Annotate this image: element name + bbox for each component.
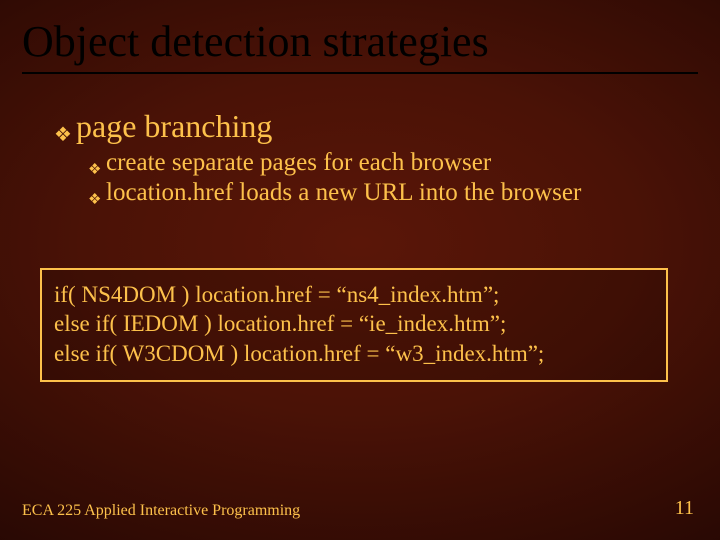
footer-page-number: 11 (675, 497, 694, 520)
code-line: if( NS4DOM ) location.href = “ns4_index.… (54, 280, 654, 309)
bullet-l2-text: create separate pages for each browser (106, 149, 491, 177)
code-box: if( NS4DOM ) location.href = “ns4_index.… (40, 268, 668, 382)
bullet-level1: ❖ page branching (54, 108, 690, 145)
bullet-level2-group: ❖ create separate pages for each browser… (88, 149, 690, 207)
diamond-bullet-icon: ❖ (88, 163, 106, 178)
slide-title: Object detection strategies (22, 18, 698, 74)
code-line: else if( IEDOM ) location.href = “ie_ind… (54, 309, 654, 338)
footer-course: ECA 225 Applied Interactive Programming (22, 502, 300, 520)
bullet-l2-text: location.href loads a new URL into the b… (106, 179, 581, 207)
bullet-level2: ❖ location.href loads a new URL into the… (88, 179, 690, 207)
slide-body: ❖ page branching ❖ create separate pages… (54, 108, 690, 209)
bullet-level2: ❖ create separate pages for each browser (88, 149, 690, 177)
diamond-bullet-icon: ❖ (88, 193, 106, 208)
slide: Object detection strategies ❖ page branc… (0, 0, 720, 540)
bullet-l1-text: page branching (76, 108, 272, 145)
code-line: else if( W3CDOM ) location.href = “w3_in… (54, 339, 654, 368)
diamond-bullet-icon: ❖ (54, 125, 76, 145)
